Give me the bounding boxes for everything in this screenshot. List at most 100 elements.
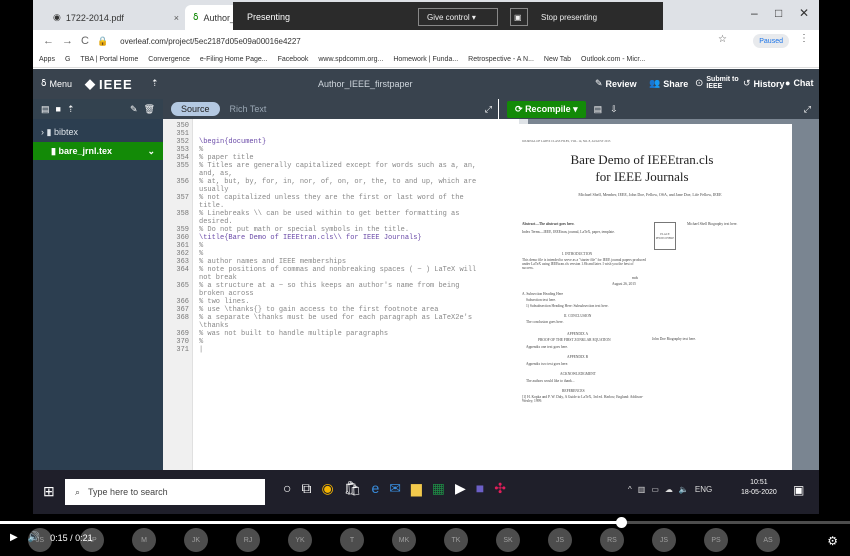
submit-button[interactable]: ⊙ Submit to IEEE	[695, 76, 739, 90]
expand-icon[interactable]: ⤢	[804, 104, 811, 115]
code-line[interactable]: 369 % was not built to handle multiple pa…	[163, 330, 498, 338]
play-icon[interactable]: ▶	[10, 532, 18, 543]
log-icon[interactable]: ▤	[594, 104, 603, 115]
clock[interactable]: 10:51 18-05-2020	[741, 478, 777, 498]
upload-icon[interactable]: ⇡	[67, 104, 75, 115]
trash-icon[interactable]: 🗑	[144, 104, 155, 115]
stop-presenting-button[interactable]: Stop presenting	[533, 8, 633, 26]
mail-icon[interactable]: ✉	[389, 480, 401, 497]
video-progress-bar[interactable]	[0, 517, 850, 528]
code-line[interactable]: 358 % Linebreaks \\ can be used within to…	[163, 210, 498, 226]
bookmark-item[interactable]: Outlook.com - Micr...	[581, 56, 645, 63]
bookmark-item[interactable]: New Tab	[544, 56, 571, 63]
windows-start-icon[interactable]: ⊞	[43, 483, 55, 500]
slack-icon[interactable]: ✣	[494, 480, 506, 497]
code-line[interactable]: 350	[163, 122, 498, 130]
give-control-dropdown[interactable]: Give control ▾	[418, 8, 498, 26]
participant-avatar[interactable]: YK	[288, 528, 312, 552]
chrome-icon[interactable]: ◉	[321, 480, 333, 497]
code-line[interactable]: 352 \begin{document}	[163, 138, 498, 146]
code-line[interactable]: 361%	[163, 242, 498, 250]
code-line[interactable]: 354 % paper title	[163, 154, 498, 162]
bookmark-item[interactable]: Apps	[39, 56, 55, 63]
upload-icon[interactable]: ⇡	[151, 78, 159, 89]
chevron-up-icon[interactable]: ^	[628, 485, 632, 494]
expand-icon[interactable]: ⤢	[485, 104, 492, 115]
edge-icon[interactable]: e	[371, 480, 379, 497]
profile-button[interactable]: Paused	[753, 34, 789, 48]
code-line[interactable]: 371 |	[163, 346, 498, 354]
chat-button[interactable]: ● Chat	[785, 78, 813, 88]
tab-rich-text[interactable]: Rich Text	[224, 102, 273, 116]
review-button[interactable]: ✎ Review	[595, 78, 637, 89]
code-line[interactable]: 356 % at, but, by, for, in, nor, of, on, …	[163, 178, 498, 194]
bookmark-item[interactable]: Convergence	[148, 56, 190, 63]
code-line[interactable]: 359 % Do not put math or special symbols …	[163, 226, 498, 234]
new-folder-icon[interactable]: ■	[56, 104, 61, 114]
nav-arrows-icon[interactable]: ←→C	[43, 35, 97, 47]
code-line[interactable]: 367 % use \thanks{} to gain access to the…	[163, 306, 498, 314]
code-line[interactable]: 365 % a structure at a ~ so this keeps an…	[163, 282, 498, 298]
network-icon[interactable]: ▥	[638, 485, 646, 494]
participant-avatar[interactable]: PS	[704, 528, 728, 552]
kebab-menu-icon[interactable]: ⋮	[799, 33, 809, 44]
code-line[interactable]: 362%	[163, 250, 498, 258]
pencil-icon[interactable]: ✎	[130, 104, 138, 115]
code-line[interactable]: 366 % two lines.	[163, 298, 498, 306]
close-icon[interactable]: ×	[174, 13, 179, 23]
url-field[interactable]: overleaf.com/project/5ec2187d05e09a00016…	[120, 37, 301, 46]
cortana-icon[interactable]: ○	[283, 480, 291, 497]
settings-icon[interactable]: ⚙	[827, 534, 838, 548]
code-editor[interactable]: 350 351 352 \begin{document} 353% 354% paper …	[163, 119, 498, 470]
star-icon[interactable]: ☆	[718, 34, 727, 45]
maximize-icon[interactable]: □	[775, 6, 782, 20]
menu-button[interactable]: ẟ Menu	[41, 78, 72, 89]
bookmark-item[interactable]: TBA | Portal Home	[80, 56, 138, 63]
participant-avatar[interactable]: AS	[756, 528, 780, 552]
participant-avatar[interactable]: JS	[652, 528, 676, 552]
code-line[interactable]: 360 \title{Bare Demo of IEEEtran.cls\\ fo…	[163, 234, 498, 242]
code-line[interactable]: 368 % a separate \thanks must be used for…	[163, 314, 498, 330]
code-line[interactable]: 355 % Titles are generally capitalized ex…	[163, 162, 498, 178]
recompile-button[interactable]: ⟳ Recompile ▾	[507, 100, 586, 118]
bookmark-item[interactable]: Retrospective - A N...	[468, 56, 534, 63]
chevron-down-icon[interactable]: ⌄	[147, 146, 155, 157]
bookmark-item[interactable]: Facebook	[278, 56, 309, 63]
task-view-icon[interactable]: ⧉	[301, 480, 311, 497]
code-line[interactable]: 357 % not capitalized unless they are the…	[163, 194, 498, 210]
participant-avatar[interactable]: SK	[496, 528, 520, 552]
folder-item[interactable]: › ▮ bibtex	[33, 127, 163, 138]
tab-source[interactable]: Source	[171, 102, 220, 116]
code-line[interactable]: 351	[163, 130, 498, 138]
volume-icon[interactable]: 🔊	[28, 532, 40, 543]
tab-pdf[interactable]: ◉ 1722-2014.pdf ×	[45, 5, 185, 30]
participant-avatar[interactable]: M	[132, 528, 156, 552]
participant-avatar[interactable]: MK	[392, 528, 416, 552]
excel-icon[interactable]: ▦	[432, 480, 445, 497]
participant-avatar[interactable]: JS	[548, 528, 572, 552]
notification-icon[interactable]: ▣	[793, 483, 804, 497]
history-button[interactable]: ↺ History	[743, 78, 785, 89]
taskbar-search[interactable]: ⌕ Type here to search	[65, 479, 265, 505]
download-icon[interactable]: ⇩	[610, 104, 618, 115]
bookmark-item[interactable]: www.spdcomm.org...	[318, 56, 383, 63]
store-icon[interactable]: 🛍	[344, 480, 362, 497]
share-button[interactable]: 👥 Share	[649, 78, 688, 89]
screen-share-icon[interactable]: ▣	[510, 8, 528, 26]
bookmark-item[interactable]: Homework | Funda...	[393, 56, 458, 63]
media-icon[interactable]: ▶	[455, 480, 466, 497]
bookmark-item[interactable]: e-Filing Home Page...	[200, 56, 268, 63]
progress-knob[interactable]	[615, 517, 627, 528]
code-line[interactable]: 363 % author names and IEEE memberships	[163, 258, 498, 266]
cloud-icon[interactable]: ☁	[665, 485, 673, 494]
code-line[interactable]: 364 % note positions of commas and nonbre…	[163, 266, 498, 282]
new-file-icon[interactable]: ▤	[41, 104, 50, 115]
code-line[interactable]: 353%	[163, 146, 498, 154]
bookmark-item[interactable]: G	[65, 56, 70, 63]
explorer-icon[interactable]: ▆	[411, 480, 422, 497]
volume-icon[interactable]: 🔈	[679, 485, 689, 494]
participant-avatar[interactable]: RS	[600, 528, 624, 552]
participant-avatar[interactable]: T	[340, 528, 364, 552]
minimize-icon[interactable]: –	[751, 6, 758, 20]
close-window-icon[interactable]: ✕	[799, 6, 809, 20]
